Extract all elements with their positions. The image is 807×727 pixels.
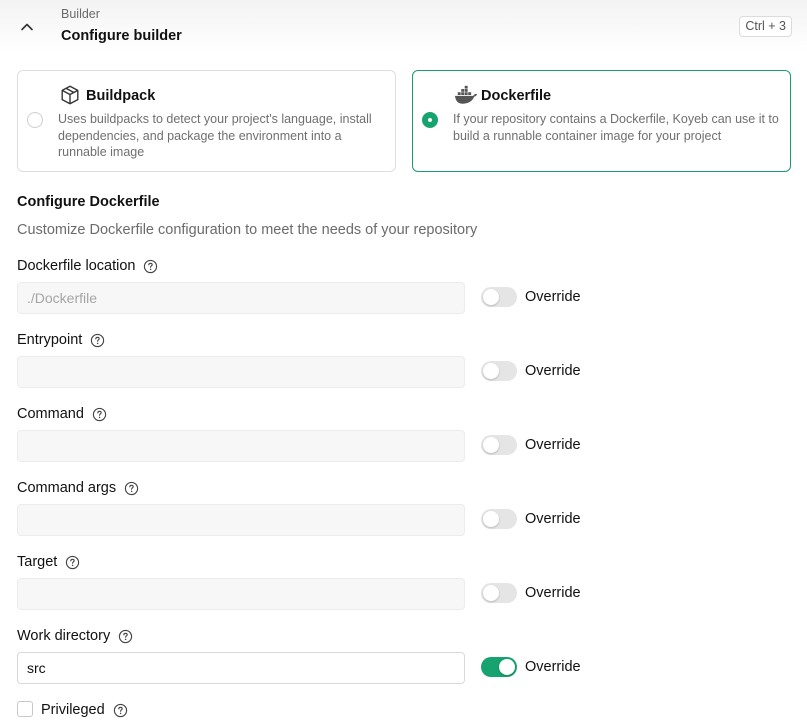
package-box-icon (61, 85, 79, 105)
docker-whale-icon (455, 85, 477, 104)
dockerfile-location-label-text: Dockerfile location (17, 258, 136, 274)
help-circle-icon[interactable] (113, 703, 128, 718)
command-args-override-toggle[interactable] (481, 509, 517, 529)
buildpack-description: Uses buildpacks to detect your project's… (58, 112, 372, 159)
section-title: Configure builder (61, 28, 182, 44)
dockerfile-location-input[interactable] (17, 282, 465, 314)
buildpack-radio[interactable] (27, 112, 43, 128)
work-directory-override-label: Override (525, 659, 581, 675)
configure-dockerfile-heading: Configure Dockerfile (17, 194, 160, 210)
dockerfile-location-override-toggle[interactable] (481, 287, 517, 307)
dockerfile-radio[interactable] (422, 112, 438, 128)
target-label: Target (17, 554, 80, 570)
builder-section-header[interactable]: Builder Configure builder Ctrl + 3 (0, 0, 807, 52)
privileged-checkbox[interactable] (17, 701, 33, 717)
command-label-text: Command (17, 406, 84, 422)
help-circle-icon[interactable] (124, 481, 139, 496)
entrypoint-override-label: Override (525, 363, 581, 379)
help-circle-icon[interactable] (65, 555, 80, 570)
builder-option-buildpack[interactable]: Buildpack Uses buildpacks to detect your… (17, 70, 396, 172)
entrypoint-override-toggle[interactable] (481, 361, 517, 381)
entrypoint-label-text: Entrypoint (17, 332, 83, 348)
target-override-label: Override (525, 585, 581, 601)
work-directory-input[interactable] (17, 652, 465, 684)
target-input[interactable] (17, 578, 465, 610)
chevron-up-icon[interactable] (18, 18, 36, 36)
command-override-toggle[interactable] (481, 435, 517, 455)
dockerfile-title: Dockerfile (481, 88, 552, 104)
command-args-label: Command args (17, 480, 139, 496)
command-args-input[interactable] (17, 504, 465, 536)
command-args-override-label: Override (525, 511, 581, 527)
entrypoint-label: Entrypoint (17, 332, 105, 348)
dockerfile-description: If your repository contains a Dockerfile… (453, 112, 779, 143)
buildpack-title: Buildpack (86, 88, 156, 104)
target-override-toggle[interactable] (481, 583, 517, 603)
privileged-label-text: Privileged (41, 702, 105, 718)
builder-option-dockerfile[interactable]: Dockerfile If your repository contains a… (412, 70, 791, 172)
target-label-text: Target (17, 554, 58, 570)
command-override-label: Override (525, 437, 581, 453)
configure-dockerfile-subtitle: Customize Dockerfile configuration to me… (17, 222, 478, 238)
work-directory-label-text: Work directory (17, 628, 111, 644)
help-circle-icon[interactable] (90, 333, 105, 348)
command-label: Command (17, 406, 107, 422)
command-args-label-text: Command args (17, 480, 117, 496)
dockerfile-location-override-label: Override (525, 289, 581, 305)
section-eyebrow: Builder (61, 7, 100, 21)
privileged-label: Privileged (41, 702, 128, 718)
entrypoint-input[interactable] (17, 356, 465, 388)
work-directory-override-toggle[interactable] (481, 657, 517, 677)
help-circle-icon[interactable] (143, 259, 158, 274)
help-circle-icon[interactable] (92, 407, 107, 422)
keyboard-shortcut-badge: Ctrl + 3 (739, 16, 792, 37)
help-circle-icon[interactable] (118, 629, 133, 644)
dockerfile-location-label: Dockerfile location (17, 258, 158, 274)
command-input[interactable] (17, 430, 465, 462)
work-directory-label: Work directory (17, 628, 133, 644)
